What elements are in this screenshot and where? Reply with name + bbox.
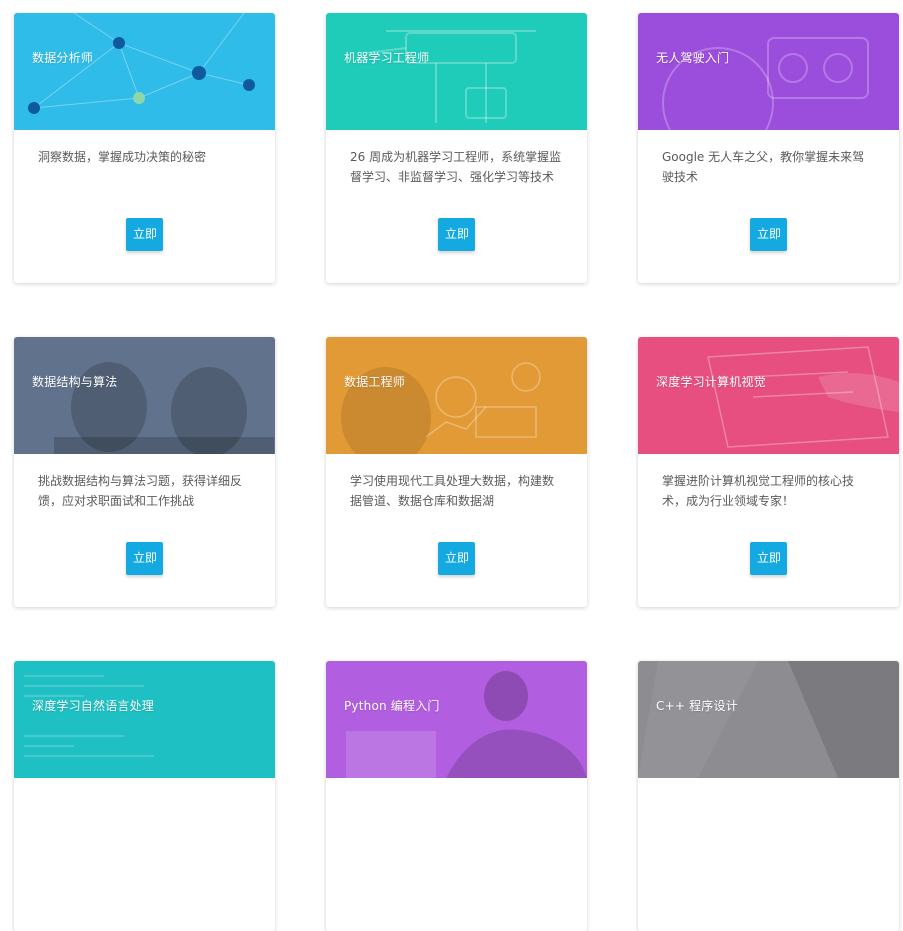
card-title: 深度学习计算机视觉 bbox=[656, 375, 766, 389]
card-description: 26 周成为机器学习工程师，系统掌握监督学习、非监督学习、强化学习等技术 bbox=[350, 150, 562, 184]
course-card-python[interactable]: Python 编程入门 bbox=[326, 661, 587, 931]
laptop-screen-image bbox=[638, 661, 899, 778]
card-title: C++ 程序设计 bbox=[656, 699, 738, 713]
person-laptop-image bbox=[346, 671, 587, 778]
drone-image bbox=[365, 30, 536, 123]
course-card-computer-vision[interactable]: 深度学习计算机视觉 掌握进阶计算机视觉工程师的核心技术，成为行业领域专家！ 立即 bbox=[638, 337, 899, 607]
card-hero[interactable]: Python 编程入门 bbox=[326, 661, 587, 778]
course-card-nlp[interactable]: 深度学习自然语言处理 bbox=[14, 661, 275, 931]
card-title: 数据分析师 bbox=[32, 51, 94, 65]
card-hero[interactable]: 数据分析师 bbox=[14, 13, 275, 130]
course-card-data-engineer[interactable]: 数据工程师 学习使用现代工具处理大数据，构建数据管道、数据仓库和数据湖 立即 bbox=[326, 337, 587, 607]
card-description: 掌握进阶计算机视觉工程师的核心技术，成为行业领域专家！ bbox=[662, 474, 855, 508]
card-title: 机器学习工程师 bbox=[344, 51, 430, 65]
card-description: Google 无人车之父，教你掌握未来驾驶技术 bbox=[662, 150, 865, 184]
card-description: 学习使用现代工具处理大数据，构建数据管道、数据仓库和数据湖 bbox=[350, 474, 555, 508]
people-laughing-image bbox=[54, 362, 274, 454]
card-title: 数据结构与算法 bbox=[32, 375, 118, 389]
card-hero[interactable]: 深度学习自然语言处理 bbox=[14, 661, 275, 778]
network-pins-image bbox=[28, 13, 255, 114]
card-hero[interactable]: 深度学习计算机视觉 bbox=[638, 337, 899, 454]
start-learning-button[interactable]: 立即 bbox=[126, 542, 163, 575]
card-hero[interactable]: 数据结构与算法 bbox=[14, 337, 275, 454]
card-hero[interactable]: 机器学习工程师 bbox=[326, 13, 587, 130]
touchscreen-hand-image bbox=[707, 346, 899, 448]
start-learning-button[interactable]: 立即 bbox=[126, 218, 163, 251]
card-title: Python 编程入门 bbox=[344, 699, 440, 713]
car-dashboard-image bbox=[662, 37, 869, 130]
start-learning-button[interactable]: 立即 bbox=[750, 542, 787, 575]
code-lines-image bbox=[24, 675, 154, 757]
card-hero[interactable]: 无人驾驶入门 bbox=[638, 13, 899, 130]
card-hero[interactable]: 数据工程师 bbox=[326, 337, 587, 454]
card-hero[interactable]: C++ 程序设计 bbox=[638, 661, 899, 778]
card-description: 挑战数据结构与算法习题，获得详细反馈，应对求职面试和工作挑战 bbox=[38, 474, 243, 508]
course-card-data-analyst[interactable]: 数据分析师 洞察数据，掌握成功决策的秘密 立即 bbox=[14, 13, 275, 283]
course-card-ml-engineer[interactable]: 机器学习工程师 26 周成为机器学习工程师，系统掌握监督学习、非监督学习、强化学… bbox=[326, 13, 587, 283]
course-card-self-driving[interactable]: 无人驾驶入门 Google 无人车之父，教你掌握未来驾驶技术 立即 bbox=[638, 13, 899, 283]
data-charts-image bbox=[341, 362, 541, 454]
card-title: 深度学习自然语言处理 bbox=[32, 699, 155, 713]
card-title: 数据工程师 bbox=[344, 375, 406, 389]
course-card-cpp[interactable]: C++ 程序设计 bbox=[638, 661, 899, 931]
card-title: 无人驾驶入门 bbox=[656, 51, 730, 65]
card-description: 洞察数据，掌握成功决策的秘密 bbox=[38, 150, 207, 164]
course-card-data-structures[interactable]: 数据结构与算法 挑战数据结构与算法习题，获得详细反馈，应对求职面试和工作挑战 立… bbox=[14, 337, 275, 607]
start-learning-button[interactable]: 立即 bbox=[438, 542, 475, 575]
start-learning-button[interactable]: 立即 bbox=[750, 218, 787, 251]
start-learning-button[interactable]: 立即 bbox=[438, 218, 475, 251]
